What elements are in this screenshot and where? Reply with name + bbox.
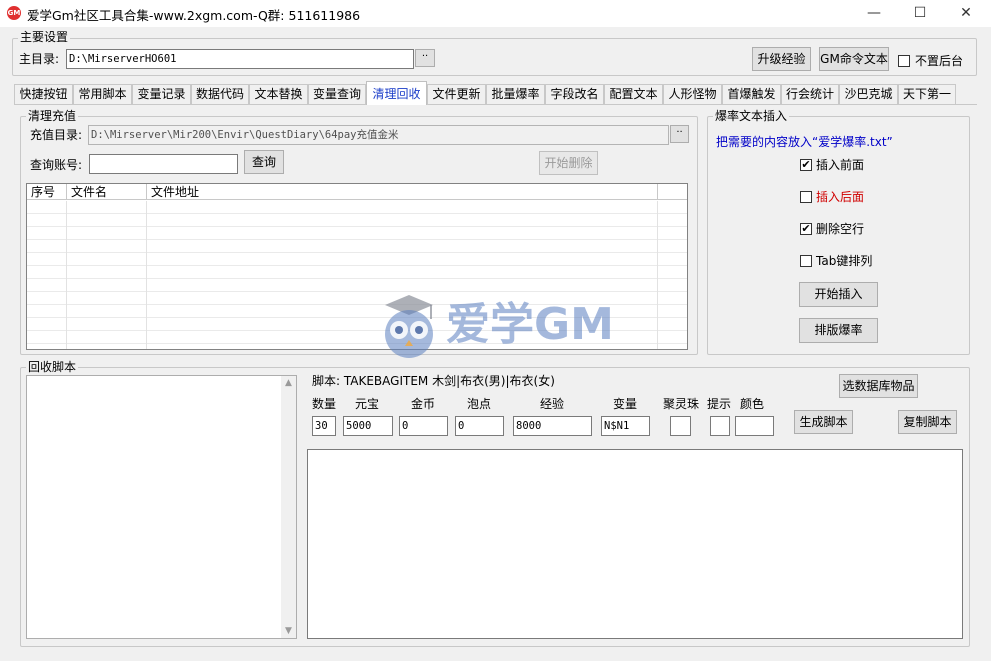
select-db-items-button[interactable]: 选数据库物品 [839,374,918,398]
tab-text-replace[interactable]: 文本替换 [249,84,308,104]
watermark-text: 爱学GM [446,299,614,350]
tab-config-text[interactable]: 配置文本 [604,84,663,104]
delete-blank-lines-checkbox[interactable]: ✔ [800,223,812,235]
main-dir-input[interactable]: D:\MirserverHO601 [66,49,414,69]
minimize-button[interactable]: — [851,0,897,27]
watermark-owl-icon [378,292,440,358]
tab-batch-droprate[interactable]: 批量爆率 [486,84,545,104]
tab-align-label: Tab键排列 [816,254,873,268]
script-preview: 脚本: TAKEBAGITEM 木剑|布衣(男)|布衣(女) [312,374,555,388]
not-top-checkbox[interactable] [898,55,910,67]
spirit-bead-label: 聚灵珠 [663,397,700,411]
tab-align-checkbox[interactable] [800,255,812,267]
copy-script-button[interactable]: 复制脚本 [898,410,957,434]
color-label: 颜色 [739,397,764,411]
tab-variable-query[interactable]: 变量查询 [308,84,366,104]
scrollbar[interactable]: ▲ ▼ [281,376,296,638]
recycle-group-label: 回收脚本 [26,360,79,374]
bubble-points-label: 泡点 [466,397,491,411]
tab-field-rename[interactable]: 字段改名 [545,84,604,104]
close-button[interactable]: ✕ [943,0,989,27]
tab-human-monster[interactable]: 人形怪物 [663,84,722,104]
variable-input[interactable]: N$N1 [601,416,650,436]
experience-label: 经验 [539,397,564,411]
droprate-hint: 把需要的内容放入“爱学爆率.txt” [716,135,893,149]
yuanbao-label: 元宝 [354,397,379,411]
scroll-down-icon[interactable]: ▼ [281,626,296,636]
main-settings-label: 主要设置 [18,30,71,44]
account-label: 查询账号: [30,158,83,172]
recharge-dir-label: 充值目录: [30,128,83,142]
list-header: 序号 文件名 文件地址 [27,184,687,200]
color-input[interactable] [735,416,774,436]
variable-label: 变量 [612,397,637,411]
main-dir-label: 主目录: [19,52,60,66]
col-header-filename[interactable]: 文件名 [67,184,147,200]
tab-variable-records[interactable]: 变量记录 [132,84,191,104]
quantity-label: 数量 [312,397,337,411]
scroll-up-icon[interactable]: ▲ [281,378,296,388]
gold-input[interactable]: 0 [399,416,448,436]
query-button[interactable]: 查询 [244,150,284,174]
tab-top-of-world[interactable]: 天下第一 [898,84,956,104]
tab-data-codes[interactable]: 数据代码 [191,84,249,104]
tab-quick-buttons[interactable]: 快捷按钮 [14,84,73,104]
title-bar: GM 爱学Gm社区工具合集-www.2xgm.com-Q群: 511611986… [0,0,991,27]
script-output-textarea[interactable] [307,449,963,639]
quantity-input[interactable]: 30 [312,416,336,436]
insert-after-label: 插入后面 [816,190,865,204]
tab-common-scripts[interactable]: 常用脚本 [73,84,132,104]
maximize-button[interactable]: ☐ [897,0,943,27]
tab-sabak-city[interactable]: 沙巴克城 [839,84,898,104]
bubble-points-input[interactable]: 0 [455,416,504,436]
delete-blank-lines-label: 删除空行 [816,222,865,236]
recharge-dir-browse-button[interactable]: ·· [670,125,689,143]
gm-command-button[interactable]: GM命令文本 [819,47,889,71]
insert-after-checkbox[interactable] [800,191,812,203]
droprate-group-label: 爆率文本插入 [713,109,790,123]
gold-label: 金币 [410,397,435,411]
tab-file-update[interactable]: 文件更新 [427,84,486,104]
generate-script-button[interactable]: 生成脚本 [794,410,853,434]
col-header-index[interactable]: 序号 [27,184,67,200]
insert-before-label: 插入前面 [816,158,865,172]
recharge-dir-input[interactable]: D:\Mirserver\Mir200\Envir\QuestDiary\64p… [88,125,669,145]
not-top-label: 不置后台 [915,54,964,68]
tip-input[interactable] [710,416,730,436]
tab-guild-stats[interactable]: 行会统计 [781,84,839,104]
recycle-item-list[interactable]: ▲ ▼ [26,375,297,639]
yuanbao-input[interactable]: 5000 [343,416,393,436]
recharge-group-label: 清理充值 [26,109,79,123]
tab-first-drop-trigger[interactable]: 首爆触发 [722,84,781,104]
tip-label: 提示 [706,397,731,411]
insert-before-checkbox[interactable]: ✔ [800,159,812,171]
app-icon: GM [7,6,21,20]
spirit-bead-input[interactable] [670,416,691,436]
account-input[interactable] [89,154,238,174]
upgrade-exp-button[interactable]: 升级经验 [752,47,811,71]
start-insert-button[interactable]: 开始插入 [799,282,878,307]
experience-input[interactable]: 8000 [513,416,592,436]
layout-droprate-button[interactable]: 排版爆率 [799,318,878,343]
window-title: 爱学Gm社区工具合集-www.2xgm.com-Q群: 511611986 [27,8,361,23]
col-header-filepath[interactable]: 文件地址 [147,184,658,200]
start-delete-button[interactable]: 开始删除 [539,151,598,175]
main-dir-browse-button[interactable]: ·· [415,49,435,67]
tab-clean-recycle[interactable]: 清理回收 [366,81,427,105]
